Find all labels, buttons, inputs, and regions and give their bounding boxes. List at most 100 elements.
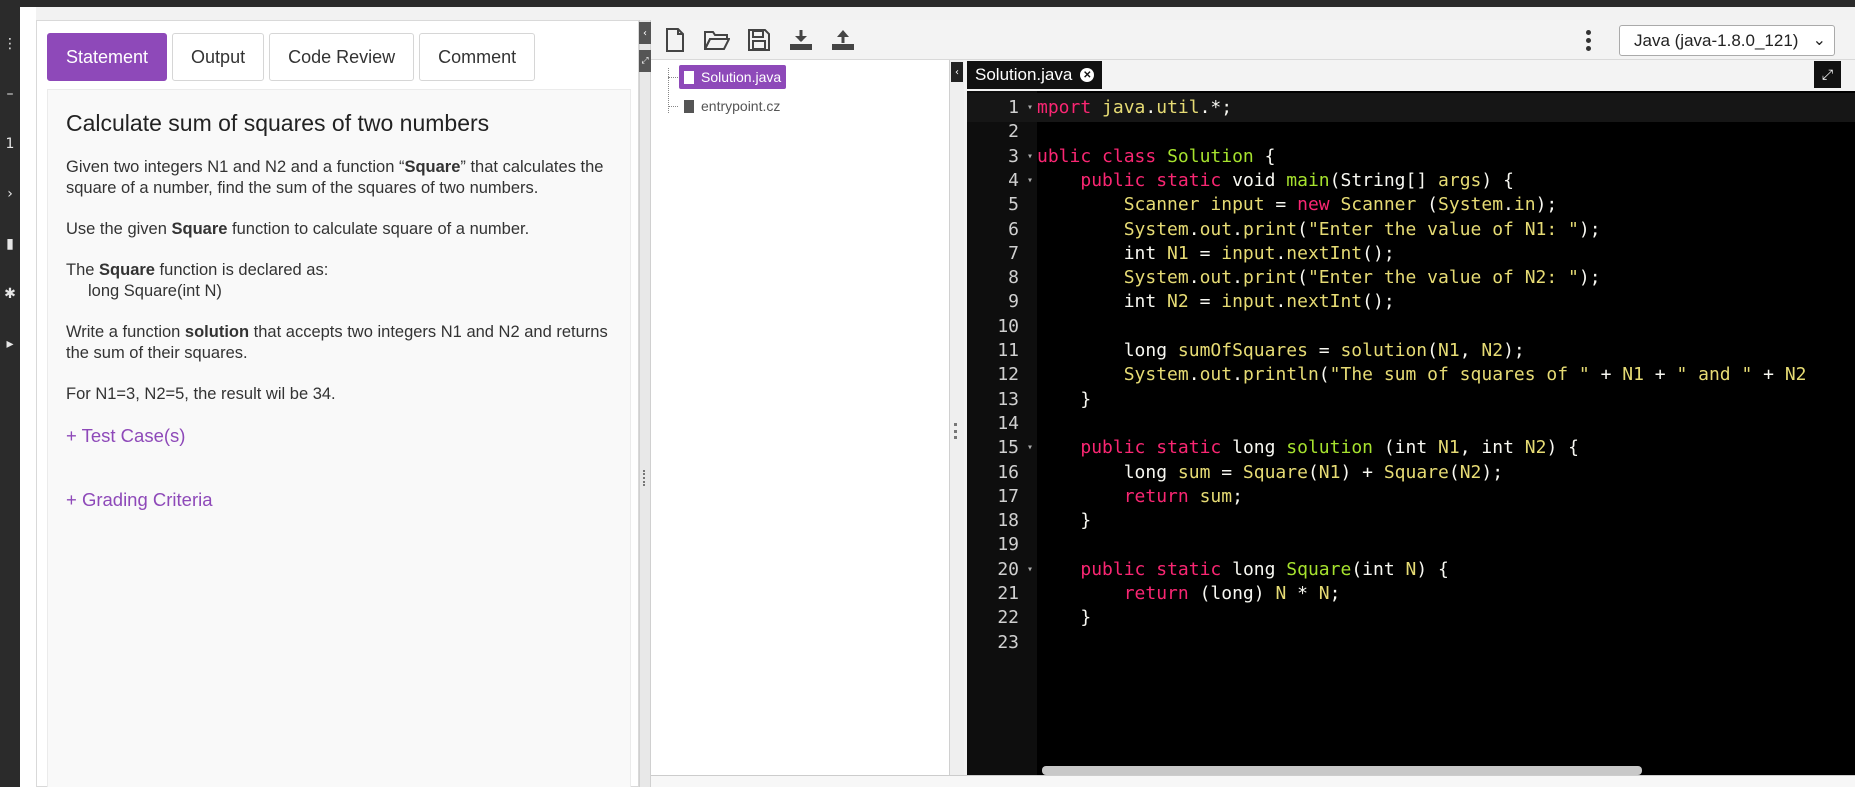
fold-icon[interactable]: ▾ (1023, 564, 1037, 575)
line-number: 4 (1008, 169, 1019, 191)
fold-icon[interactable]: ▾ (1023, 442, 1037, 453)
text-fragment: Use the given (66, 220, 172, 238)
download-icon[interactable] (787, 26, 815, 54)
more-vertical-icon[interactable] (1578, 26, 1598, 54)
problem-panel: Statement Output Code Review Comment Cal… (36, 20, 639, 787)
file-item-entrypoint[interactable]: entrypoint.cz (679, 94, 785, 118)
text-fragment: function is declared as: (154, 261, 329, 279)
close-tab-icon[interactable]: ✕ (1080, 68, 1095, 82)
tab-scroll-left-icon[interactable]: ‹ (951, 62, 963, 82)
minus-icon[interactable]: – (0, 84, 20, 104)
line-number: 6 (1008, 218, 1019, 240)
statement-paragraph-4: Write a function solution that accepts t… (66, 322, 612, 364)
file-tree: Solution.java entrypoint.cz (651, 60, 950, 775)
line-number: 22 (997, 607, 1019, 629)
line-number: 2 (1008, 121, 1019, 143)
code-line[interactable]: 23 (967, 628, 1855, 657)
function-signature: long Square(int N) (88, 282, 222, 300)
horizontal-scrollbar[interactable] (1042, 766, 1642, 775)
fold-icon[interactable]: ▾ (1023, 175, 1037, 186)
code-text: public static long solution (int N1, int… (1080, 437, 1579, 459)
statement-example: For N1=3, N2=5, the result wil be 34. (66, 385, 336, 403)
language-select[interactable]: Java (java-1.8.0_121) ⌄ (1619, 25, 1835, 56)
line-number: 19 (997, 534, 1019, 556)
code-text: public static long Square(int N) { (1080, 558, 1449, 580)
tab-output[interactable]: Output (172, 33, 265, 81)
app-window: ⋮ – 1 › ▮ ✱ ▸ Statement Output Code Revi… (0, 0, 1855, 787)
grading-criteria-link[interactable]: + Grading Criteria (66, 489, 612, 511)
line-number: 5 (1008, 194, 1019, 216)
text-fragment: function to calculate square of a number… (227, 220, 530, 238)
code-text: int N2 = input.nextInt(); (1037, 291, 1395, 313)
list-icon[interactable]: 1 (0, 134, 20, 154)
open-folder-icon[interactable] (703, 26, 731, 54)
line-number: 9 (1008, 291, 1019, 313)
language-select-value: Java (java-1.8.0_121) (1634, 30, 1799, 50)
code-text: return sum; (1123, 485, 1243, 507)
file-name: entrypoint.cz (701, 98, 781, 114)
menu-icon[interactable]: ⋮ (0, 34, 20, 54)
statement-paragraph-2: Use the given Square function to calcula… (66, 219, 612, 240)
bookmark-icon[interactable]: ▮ (0, 234, 20, 254)
code-text: mport java.util.*; (1037, 97, 1233, 118)
collapse-panel-icon[interactable]: ‹ (639, 22, 651, 44)
editor-tab-label: Solution.java (975, 65, 1073, 84)
code-text: return (long) N * N; (1123, 583, 1341, 604)
line-number: 23 (997, 631, 1019, 653)
line-number: 11 (997, 340, 1019, 361)
expand-icon[interactable]: ⤢ (639, 50, 651, 72)
file-icon (684, 99, 694, 113)
tree-splitter[interactable] (950, 60, 964, 775)
statement-paragraph-1: Given two integers N1 and N2 and a funct… (66, 157, 612, 199)
fullscreen-icon[interactable]: ⤢ (1814, 61, 1841, 88)
code-text: System.out.print("Enter the value of N1:… (1123, 218, 1601, 240)
new-file-icon[interactable] (661, 26, 689, 54)
editor-tab-bar: Solution.java ✕ (964, 60, 1855, 91)
left-rail: ⋮ – 1 › ▮ ✱ ▸ (0, 7, 20, 787)
line-number: 20 (997, 558, 1019, 580)
line-number: 7 (1008, 242, 1019, 264)
arrow-right-icon[interactable]: ▸ (0, 334, 20, 354)
splitter-grip-icon[interactable] (954, 423, 957, 439)
test-cases-link[interactable]: + Test Case(s) (66, 425, 612, 447)
bold-text: Square (171, 220, 228, 238)
top-bar (0, 0, 1855, 7)
fold-icon[interactable]: ▾ (1023, 102, 1037, 113)
line-number: 8 (1008, 267, 1019, 289)
line-number: 14 (997, 412, 1019, 434)
line-number: 13 (997, 388, 1019, 410)
bold-text: Square (99, 261, 155, 279)
text-fragment: Given two integers N1 and N2 and a funct… (66, 158, 405, 176)
tree-connector (668, 106, 678, 107)
code-text: Scanner input = new Scanner (System.in); (1123, 194, 1558, 216)
code-text: } (1037, 388, 1092, 410)
fold-icon[interactable]: ▾ (1023, 151, 1037, 162)
code-text: ublic class Solution { (1037, 145, 1276, 167)
panel-splitter[interactable] (639, 20, 651, 787)
bold-text: Square (404, 158, 461, 176)
line-number: 18 (997, 510, 1019, 532)
tab-code-review[interactable]: Code Review (269, 33, 415, 81)
splitter-grip-icon[interactable] (643, 470, 647, 486)
tree-connector (668, 77, 678, 78)
code-editor[interactable]: 1 ▾ mport java.util.*; 2 3 ▾ ublic class Solut… (967, 91, 1855, 775)
line-number: 12 (997, 364, 1019, 386)
code-text: System.out.print("Enter the value of N2:… (1123, 267, 1601, 289)
gear-icon[interactable]: ✱ (0, 284, 20, 304)
chevron-right-icon[interactable]: › (0, 184, 20, 204)
code-text: long sumOfSquares = solution(N1, N2); (1037, 340, 1525, 361)
upload-icon[interactable] (829, 26, 857, 54)
chevron-down-icon: ⌄ (1812, 32, 1826, 49)
tab-statement[interactable]: Statement (47, 33, 168, 81)
text-fragment: Write a function (66, 323, 185, 341)
file-icon (684, 70, 694, 84)
save-icon[interactable] (745, 26, 773, 54)
tab-comment[interactable]: Comment (419, 33, 536, 81)
code-text: long sum = Square(N1) + Square(N2); (1037, 461, 1504, 483)
line-number: 21 (997, 583, 1019, 604)
text-fragment: The (66, 261, 100, 279)
file-item-solution-java[interactable]: Solution.java (679, 65, 787, 89)
line-number: 17 (997, 485, 1019, 507)
editor-tab-solution-java[interactable]: Solution.java ✕ (967, 61, 1103, 89)
code-text: } (1037, 510, 1092, 532)
